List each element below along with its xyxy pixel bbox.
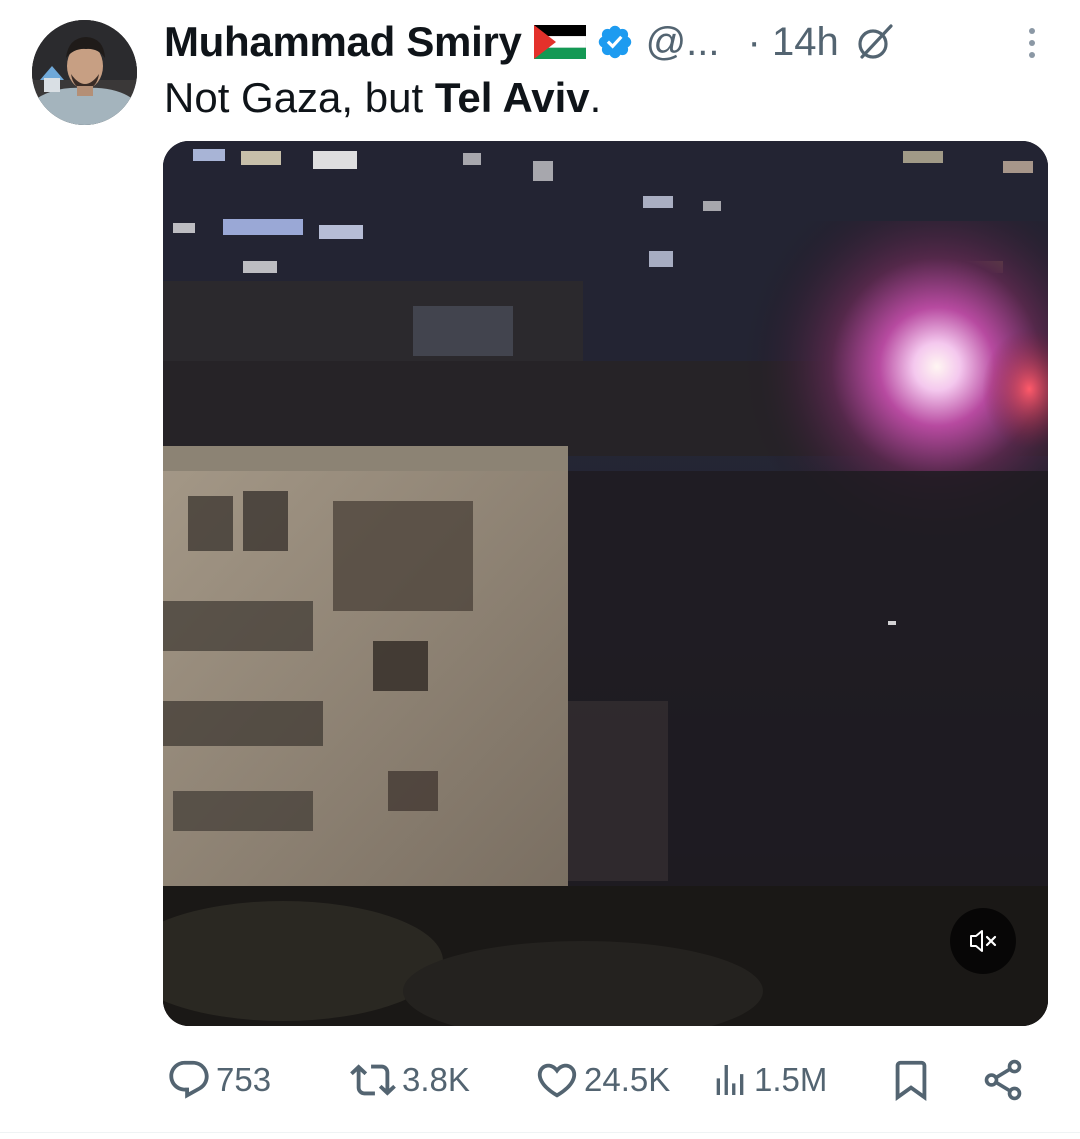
views-count: 1.5M [754, 1061, 828, 1098]
author-name[interactable]: Muhammad Smiry [164, 18, 522, 66]
mute-button[interactable] [950, 908, 1016, 974]
tweet-timestamp[interactable]: · 14h [748, 20, 839, 65]
bookmark-icon [895, 1060, 927, 1101]
repost-button[interactable]: 3.8K [348, 1052, 470, 1108]
repost-icon [350, 1064, 396, 1096]
heart-icon [537, 1063, 577, 1098]
tweet-video[interactable] [163, 141, 1048, 1026]
tweet: Muhammad Smiry @... · 14h Not Gaza, but … [0, 0, 1080, 1139]
share-button[interactable] [980, 1052, 1026, 1108]
share-icon [984, 1059, 1022, 1101]
verified-badge-icon[interactable] [596, 23, 634, 61]
divider [0, 1132, 1080, 1133]
bookmark-button[interactable] [888, 1052, 934, 1108]
reply-count: 753 [216, 1061, 272, 1098]
tweet-header: Muhammad Smiry @... · 14h [164, 14, 897, 70]
tweet-text-part2: . [589, 74, 602, 121]
grok-icon[interactable] [853, 20, 897, 64]
avatar[interactable] [32, 20, 137, 125]
palestine-flag-icon [533, 25, 586, 59]
repost-count: 3.8K [402, 1061, 470, 1098]
author-handle[interactable]: @... [646, 20, 720, 65]
tweet-text-part1: Not Gaza, but [164, 74, 435, 121]
action-bar: 753 3.8K 24.5K 1.5M [0, 1052, 1080, 1108]
views-chart-icon [716, 1065, 744, 1095]
tweet-text-bold[interactable]: Tel Aviv [435, 74, 590, 121]
like-count: 24.5K [584, 1061, 671, 1098]
tweet-text: Not Gaza, but Tel Aviv. [164, 72, 601, 124]
reply-button[interactable]: 753 [166, 1052, 271, 1108]
more-vertical-icon[interactable] [1022, 24, 1042, 64]
reply-icon [169, 1060, 209, 1099]
views-button[interactable]: 1.5M [710, 1052, 827, 1108]
volume-muted-icon [970, 930, 997, 952]
like-button[interactable]: 24.5K [534, 1052, 670, 1108]
